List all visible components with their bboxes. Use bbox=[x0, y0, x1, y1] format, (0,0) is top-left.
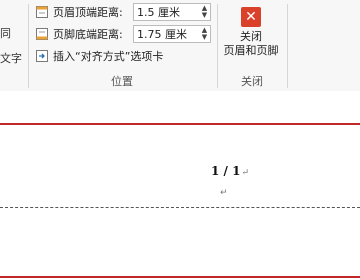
header-distance-value[interactable]: 1.5 厘米 bbox=[134, 4, 199, 20]
close-button-label-line1: 关闭 bbox=[240, 30, 262, 43]
group-separator bbox=[287, 4, 288, 88]
header-distance-label: 页眉顶端距离: bbox=[53, 6, 123, 19]
group-separator bbox=[28, 4, 29, 88]
header-separator-dashed-line bbox=[0, 207, 360, 208]
document-area[interactable]: 1 / 1↵ ↵ bbox=[0, 91, 360, 280]
footer-distance-label: 页脚底端距离: bbox=[53, 28, 123, 41]
close-header-footer-button[interactable]: ✕ 关闭 页眉和页脚 bbox=[220, 4, 282, 70]
footer-distance-value[interactable]: 1.75 厘米 bbox=[134, 26, 199, 42]
ribbon-left-partial-group: 同 文字 bbox=[0, 27, 22, 77]
header-area-border-bottom bbox=[0, 276, 360, 278]
group-separator bbox=[217, 4, 218, 88]
ribbon-partial-label-1[interactable]: 同 bbox=[0, 27, 22, 52]
insert-alignment-tab-icon bbox=[35, 49, 49, 63]
close-group-label: 关闭 bbox=[241, 75, 263, 88]
close-x-icon: ✕ bbox=[241, 7, 261, 27]
footer-distance-row: 页脚底端距离: bbox=[35, 25, 123, 43]
paragraph-mark-icon: ↵ bbox=[241, 168, 249, 178]
footer-distance-stepper[interactable]: ▲ ▼ bbox=[199, 26, 210, 42]
insert-alignment-tab-button[interactable]: 插入“对齐方式”选项卡 bbox=[35, 47, 163, 65]
page-number-text[interactable]: 1 / 1 bbox=[211, 164, 240, 178]
close-button-label-line2: 页眉和页脚 bbox=[223, 44, 279, 57]
spin-down-icon[interactable]: ▼ bbox=[202, 34, 207, 41]
spin-down-icon[interactable]: ▼ bbox=[202, 12, 207, 19]
header-top-icon bbox=[35, 5, 49, 19]
header-area-border-top bbox=[0, 123, 360, 125]
header-distance-stepper[interactable]: ▲ ▼ bbox=[199, 4, 210, 20]
ribbon: 同 文字 页眉顶端距离: 1.5 厘米 ▲▼ 页脚底端距离: 1.75 厘米 bbox=[0, 0, 360, 92]
page-number-field[interactable]: 1 / 1↵ bbox=[211, 164, 249, 178]
header-distance-row: 页眉顶端距离: bbox=[35, 3, 123, 21]
paragraph-mark-icon: ↵ bbox=[220, 188, 228, 198]
insert-alignment-tab-label: 插入“对齐方式”选项卡 bbox=[53, 50, 164, 63]
footer-distance-spinner[interactable]: 1.75 厘米 ▲ ▼ bbox=[133, 25, 211, 43]
ribbon-partial-label-2[interactable]: 文字 bbox=[0, 52, 22, 77]
footer-bottom-icon bbox=[35, 27, 49, 41]
position-group-label: 位置 bbox=[111, 75, 133, 88]
header-distance-spinner[interactable]: 1.5 厘米 ▲ ▼ bbox=[133, 3, 211, 21]
